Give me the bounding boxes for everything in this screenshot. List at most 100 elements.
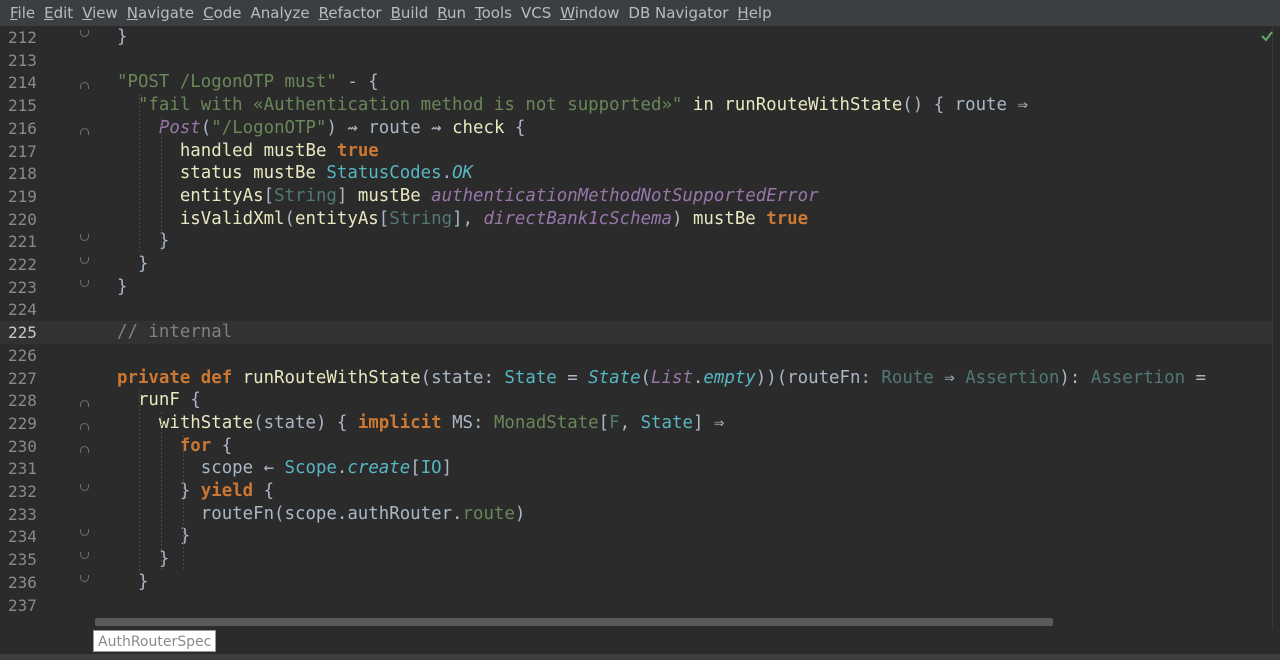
fold-marker-icon[interactable] [80, 529, 89, 537]
fold-marker-icon[interactable] [80, 82, 89, 90]
fold-marker-icon[interactable] [80, 422, 89, 430]
fold-marker-icon[interactable] [80, 30, 89, 37]
code-line[interactable]: 232 } yield { [0, 480, 1272, 503]
line-number: 237 [8, 595, 37, 615]
line-number: 233 [8, 504, 37, 524]
menu-item-edit[interactable]: Edit [44, 4, 73, 22]
code-line[interactable]: 231 scope ← Scope.create[IO] [0, 457, 1272, 480]
code-line[interactable]: 227 private def runRouteWithState(state: … [0, 367, 1272, 390]
code-text: } [117, 571, 149, 592]
menu-item-build[interactable]: Build [391, 4, 429, 22]
code-text: // internal [117, 322, 233, 343]
line-number: 218 [8, 164, 37, 184]
fold-marker-icon[interactable] [80, 445, 89, 453]
menu-bar: File Edit View Navigate Code Analyze Refactor B… [0, 0, 1280, 26]
line-number: 234 [8, 527, 37, 547]
code-line[interactable]: 216 Post("/LogonOTP") ⇝ route ⇝ check { [0, 117, 1272, 140]
code-text: handled mustBe true [179, 140, 379, 161]
menu-item-navigate[interactable]: Navigate [127, 4, 194, 22]
menu-item-analyze[interactable]: Analyze [251, 4, 310, 22]
line-number: 220 [8, 209, 37, 229]
code-line[interactable]: 234 } [0, 525, 1272, 548]
line-number: 230 [8, 436, 37, 456]
code-line[interactable]: 226 [0, 344, 1272, 367]
code-line[interactable]: 223} [0, 276, 1272, 299]
code-text: "POST /LogonOTP must" - { [117, 72, 379, 93]
code-text: } [117, 27, 128, 47]
menu-item-view[interactable]: View [82, 4, 118, 22]
fold-marker-icon[interactable] [80, 279, 89, 287]
code-line[interactable]: 235 } [0, 548, 1272, 571]
fold-marker-icon[interactable] [80, 574, 89, 582]
code-text: runF { [137, 390, 201, 411]
line-number: 231 [8, 459, 37, 479]
fold-marker-icon[interactable] [80, 234, 89, 242]
code-line[interactable]: 213 [0, 49, 1272, 72]
line-number: 212 [8, 28, 37, 47]
code-text: } [117, 526, 191, 547]
menu-item-code[interactable]: Code [203, 4, 241, 22]
code-text: entityAs[String] mustBe authenticationMe… [179, 185, 819, 206]
code-line[interactable]: 221 } [0, 230, 1272, 253]
code-line[interactable]: 228 runF { [0, 389, 1272, 412]
code-line[interactable]: 225 // internal [0, 321, 1272, 345]
code-line[interactable]: 212} [0, 26, 1272, 49]
code-line[interactable]: 222 } [0, 253, 1272, 276]
menu-item-tools[interactable]: Tools [475, 4, 512, 22]
line-number: 215 [8, 96, 37, 116]
line-number: 221 [8, 232, 37, 252]
indent-guide [183, 434, 184, 571]
menu-item-refactor[interactable]: Refactor [319, 4, 382, 22]
fold-marker-icon[interactable] [80, 257, 89, 264]
vertical-scrollbar[interactable] [1272, 26, 1280, 630]
fold-marker-icon[interactable] [80, 484, 89, 491]
horizontal-scrollbar-thumb[interactable] [95, 618, 1053, 626]
fold-marker-icon[interactable] [80, 127, 89, 135]
code-line[interactable]: 230 for { [0, 435, 1272, 458]
menu-item-vcs[interactable]: VCS [521, 4, 551, 22]
code-line[interactable]: 229 withState(state) { implicit MS: Mona… [0, 412, 1272, 435]
fold-marker-icon[interactable] [80, 552, 89, 560]
code-line[interactable]: 236 } [0, 571, 1272, 594]
line-number: 226 [8, 345, 37, 365]
code-text: } [117, 276, 128, 297]
code-text: isValidXml(entityAs[String], directBank1… [179, 208, 809, 229]
code-line[interactable]: 219 entityAs[String] mustBe authenticati… [0, 185, 1272, 208]
code-text: "fail with «Authentication method is not… [137, 95, 1028, 116]
indent-guide [161, 116, 162, 253]
line-number: 216 [8, 118, 37, 138]
line-number: 214 [8, 73, 37, 93]
line-number: 224 [8, 300, 37, 320]
check-icon[interactable] [1260, 29, 1274, 43]
code-text: withState(state) { implicit MS: MonadSta… [158, 412, 725, 433]
menu-item-help[interactable]: Help [737, 4, 771, 22]
menu-item-db-navigator[interactable]: DB Navigator [628, 4, 728, 22]
line-number: 235 [8, 550, 37, 570]
menu-item-run[interactable]: Run [437, 4, 466, 22]
code-line[interactable]: 214 "POST /LogonOTP must" - { [0, 71, 1272, 94]
code-line[interactable]: 217 handled mustBe true [0, 140, 1272, 163]
breadcrumb[interactable]: AuthRouterSpec [93, 630, 217, 652]
code-line[interactable]: 220 isValidXml(entityAs[String], directB… [0, 208, 1272, 231]
code-line[interactable]: 237 [0, 594, 1272, 617]
code-editor[interactable]: 212} 213 214 "POST /LogonOTP must" - {215 "… [0, 26, 1272, 630]
indent-guide [139, 94, 140, 253]
line-number: 228 [8, 391, 37, 411]
line-number: 213 [8, 50, 37, 70]
line-number: 229 [8, 413, 37, 433]
menu-item-file[interactable]: File [10, 4, 35, 22]
fold-marker-icon[interactable] [80, 400, 89, 408]
line-number: 227 [8, 368, 37, 388]
code-line[interactable]: 218 status mustBe StatusCodes.OK [0, 162, 1272, 185]
code-line[interactable]: 215 "fail with «Authentication method is… [0, 94, 1272, 117]
line-number: 219 [8, 186, 37, 206]
code-text: scope ← Scope.create[IO] [117, 458, 453, 479]
line-number: 232 [8, 482, 37, 501]
code-text: } [117, 254, 149, 274]
code-line[interactable]: 233 routeFn(scope.authRouter.route) [0, 503, 1272, 526]
code-line[interactable]: 224 [0, 298, 1272, 321]
line-number: 225 [8, 323, 37, 343]
code-text: status mustBe StatusCodes.OK [179, 163, 474, 184]
menu-item-window[interactable]: Window [560, 4, 619, 22]
code-text: Post("/LogonOTP") ⇝ route ⇝ check { [158, 117, 526, 138]
